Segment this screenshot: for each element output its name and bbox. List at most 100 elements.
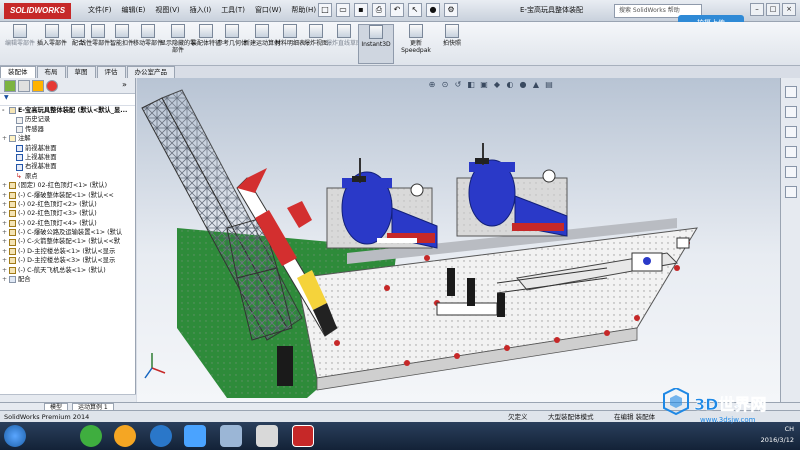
k-app-icon[interactable] bbox=[150, 425, 172, 447]
menu-edit[interactable]: 编辑(E) bbox=[122, 5, 146, 15]
tree-item[interactable]: 上视基准面 bbox=[2, 153, 135, 162]
display-manager-icon[interactable] bbox=[46, 80, 58, 92]
tree-item[interactable]: ↳ 原点 bbox=[2, 172, 135, 181]
graphics-viewport[interactable]: ⊕ ⊙ ↺ ◧ ▣ ◆ ◐ ● ▲ ▤ bbox=[137, 78, 780, 402]
tree-item[interactable]: 前视基准面 bbox=[2, 144, 135, 153]
resources-icon[interactable] bbox=[784, 86, 797, 98]
origin-icon: ↳ bbox=[16, 171, 22, 180]
custom-properties-icon[interactable] bbox=[784, 186, 797, 198]
tree-item[interactable]: + (-) D-主控楼总装<1> (默认<显示 bbox=[2, 247, 135, 256]
rebuild-icon[interactable]: ● bbox=[426, 3, 440, 17]
display-style-icon[interactable]: ◆ bbox=[492, 80, 502, 90]
tree-item[interactable]: + (-) 02-红色顶灯<4> (默认) bbox=[2, 219, 135, 228]
feature-manager-header: » bbox=[0, 78, 135, 94]
hide-show-icon[interactable]: ◐ bbox=[505, 80, 515, 90]
print-icon[interactable]: ⎙ bbox=[372, 3, 386, 17]
tree-item[interactable]: + (固定) 02-红色顶灯<1> (默认) bbox=[2, 181, 135, 190]
tree-item[interactable]: + (-) C-爆破公路及运输装置<1> (默认 bbox=[2, 228, 135, 237]
new-icon[interactable]: □ bbox=[318, 3, 332, 17]
tree-item[interactable]: + (-) C-爆破整体装配<1> (默认<< bbox=[2, 191, 135, 200]
feature-manager-scrollbar[interactable] bbox=[0, 394, 136, 402]
tree-item[interactable]: + (-) C-航天飞机总装<1> (默认) bbox=[2, 266, 135, 275]
minimize-icon[interactable]: – bbox=[750, 3, 764, 16]
view-settings-icon[interactable]: ▤ bbox=[544, 80, 554, 90]
undo-icon[interactable]: ↶ bbox=[390, 3, 404, 17]
view-orientation-icon[interactable]: ▣ bbox=[479, 80, 489, 90]
tab-layout[interactable]: 布局 bbox=[36, 66, 66, 78]
tree-item[interactable]: + (-) C-火箭整体装配<1> (默认<<默 bbox=[2, 237, 135, 246]
scene-icon[interactable]: ▲ bbox=[531, 80, 541, 90]
section-view-icon[interactable]: ◧ bbox=[466, 80, 476, 90]
motion-study-icon bbox=[255, 24, 269, 38]
instant3d-button[interactable]: Instant3D bbox=[358, 24, 394, 64]
feature-tree-icon[interactable] bbox=[4, 80, 16, 92]
solidworks-taskbar-icon[interactable] bbox=[292, 425, 314, 447]
tree-item[interactable]: + (-) D-主控楼总装<3> (默认<显示 bbox=[2, 256, 135, 265]
tab-office-products[interactable]: 办公室产品 bbox=[126, 66, 175, 78]
tab-evaluate[interactable]: 评估 bbox=[96, 66, 126, 78]
tree-item[interactable]: + (-) 02-红色顶灯<2> (默认) bbox=[2, 200, 135, 209]
tab-sketch[interactable]: 草图 bbox=[66, 66, 96, 78]
select-icon[interactable]: ↖ bbox=[408, 3, 422, 17]
calculator-icon[interactable] bbox=[256, 425, 278, 447]
plane-icon bbox=[16, 163, 23, 171]
start-icon[interactable] bbox=[4, 425, 26, 447]
smart-fasteners-icon bbox=[115, 24, 129, 38]
appearances-icon[interactable] bbox=[784, 166, 797, 178]
component-icon bbox=[9, 229, 16, 237]
menu-insert[interactable]: 插入(I) bbox=[190, 5, 212, 15]
tree-item[interactable]: 历史记录 bbox=[2, 115, 135, 124]
component-icon bbox=[9, 219, 16, 227]
expand-panel-icon[interactable]: » bbox=[122, 80, 134, 92]
menu-file[interactable]: 文件(F) bbox=[88, 5, 112, 15]
tree-item[interactable]: + 注解 bbox=[2, 134, 135, 143]
appearance-icon[interactable]: ● bbox=[518, 80, 528, 90]
green-app-icon[interactable] bbox=[80, 425, 102, 447]
tree-root[interactable]: - E-宝高玩具整体装配 (默认<默认_显... bbox=[2, 106, 135, 115]
history-icon bbox=[16, 116, 23, 124]
design-library-icon[interactable] bbox=[784, 106, 797, 118]
open-icon[interactable]: ▭ bbox=[336, 3, 350, 17]
solidworks-logo: SOLIDWORKS bbox=[4, 3, 72, 19]
reference-geometry-icon bbox=[225, 24, 239, 38]
view-triad bbox=[144, 353, 166, 379]
tab-assembly[interactable]: 装配体 bbox=[0, 66, 36, 78]
maximize-icon[interactable]: □ bbox=[766, 3, 780, 16]
zoom-fit-icon[interactable]: ⊕ bbox=[427, 80, 437, 90]
cloud-app-icon[interactable] bbox=[184, 425, 206, 447]
watermark-logo: 3D世界网 www.3dsjw.com bbox=[663, 388, 767, 424]
snapshot-icon bbox=[445, 24, 459, 38]
tree-item[interactable]: 右视基准面 bbox=[2, 162, 135, 171]
task-pane bbox=[780, 78, 800, 402]
take-snapshot-button[interactable]: 拍快照 bbox=[434, 24, 470, 64]
configuration-icon[interactable] bbox=[32, 80, 44, 92]
explorer-icon[interactable] bbox=[220, 425, 242, 447]
status-large-assembly: 大型装配体模式 bbox=[548, 413, 594, 421]
view-palette-icon[interactable] bbox=[784, 146, 797, 158]
menu-window[interactable]: 窗口(W) bbox=[255, 5, 281, 15]
property-manager-icon[interactable] bbox=[18, 80, 30, 92]
previous-view-icon[interactable]: ↺ bbox=[453, 80, 463, 90]
options-icon[interactable]: ⚙ bbox=[444, 3, 458, 17]
menu-help[interactable]: 帮助(H) bbox=[291, 5, 316, 15]
feature-manager: » ▼ - E-宝高玩具整体装配 (默认<默认_显... 历史记录 传感器 + 注解… bbox=[0, 78, 136, 402]
update-speedpak-button[interactable]: 更新Speedpak bbox=[398, 24, 434, 64]
file-explorer-icon[interactable] bbox=[784, 126, 797, 138]
component-icon bbox=[9, 191, 16, 199]
tree-item[interactable]: 传感器 bbox=[2, 125, 135, 134]
explode-line-sketch-button[interactable]: 爆炸直线草图 bbox=[326, 24, 362, 64]
edit-component-button[interactable]: 编辑零部件 bbox=[2, 24, 38, 64]
menu-tools[interactable]: 工具(T) bbox=[221, 5, 245, 15]
heads-up-toolbar: ⊕ ⊙ ↺ ◧ ▣ ◆ ◐ ● ▲ ▤ bbox=[427, 80, 554, 90]
filter-icon[interactable]: ▼ bbox=[0, 94, 135, 106]
window-controls: – □ × bbox=[750, 3, 796, 16]
tree-item[interactable]: + 配合 bbox=[2, 275, 135, 284]
menu-view[interactable]: 视图(V) bbox=[155, 5, 179, 15]
status-definition: 欠定义 bbox=[508, 413, 528, 421]
wifi-app-icon[interactable] bbox=[114, 425, 136, 447]
zoom-area-icon[interactable]: ⊙ bbox=[440, 80, 450, 90]
save-icon[interactable]: ▪ bbox=[354, 3, 368, 17]
plane-icon bbox=[16, 144, 23, 152]
tree-item[interactable]: + (-) 02-红色顶灯<3> (默认) bbox=[2, 209, 135, 218]
close-icon[interactable]: × bbox=[782, 3, 796, 16]
